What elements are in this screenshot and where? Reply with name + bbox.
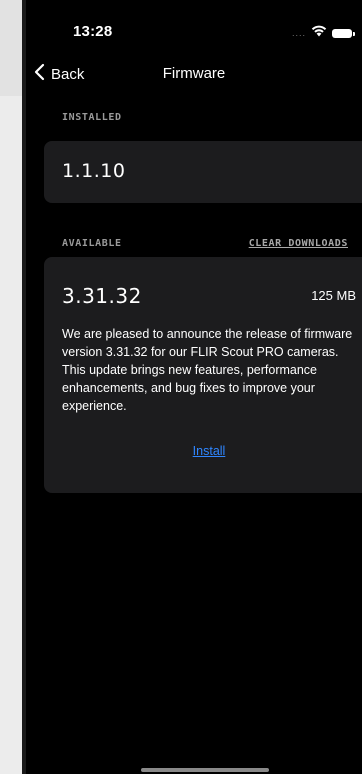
- file-size: 125 MB: [311, 288, 356, 303]
- status-icons: ....: [291, 24, 355, 42]
- phone-screen: 13:28 .... Back Firmware INSTALLED 1.1.1…: [26, 0, 362, 774]
- release-description: We are pleased to announce the release o…: [62, 327, 353, 413]
- home-indicator[interactable]: [141, 768, 269, 772]
- page-title: Firmware: [162, 65, 226, 82]
- installed-version: 1.1.10: [62, 160, 126, 182]
- status-time: 13:28: [73, 23, 113, 40]
- install-button[interactable]: Install: [44, 444, 362, 458]
- backdrop-left: [0, 0, 26, 774]
- battery-icon: [332, 28, 355, 38]
- available-section-label: AVAILABLE: [62, 238, 122, 249]
- installed-section-label: INSTALLED: [62, 112, 122, 123]
- available-card: 3.31.32 125 MB We are pleased to announc…: [44, 257, 362, 493]
- wifi-icon: [311, 24, 327, 42]
- signal-dots-icon: ....: [291, 28, 306, 38]
- installed-card: 1.1.10: [44, 141, 362, 203]
- available-version: 3.31.32: [62, 284, 142, 308]
- clear-downloads-link[interactable]: CLEAR DOWNLOADS: [249, 238, 348, 249]
